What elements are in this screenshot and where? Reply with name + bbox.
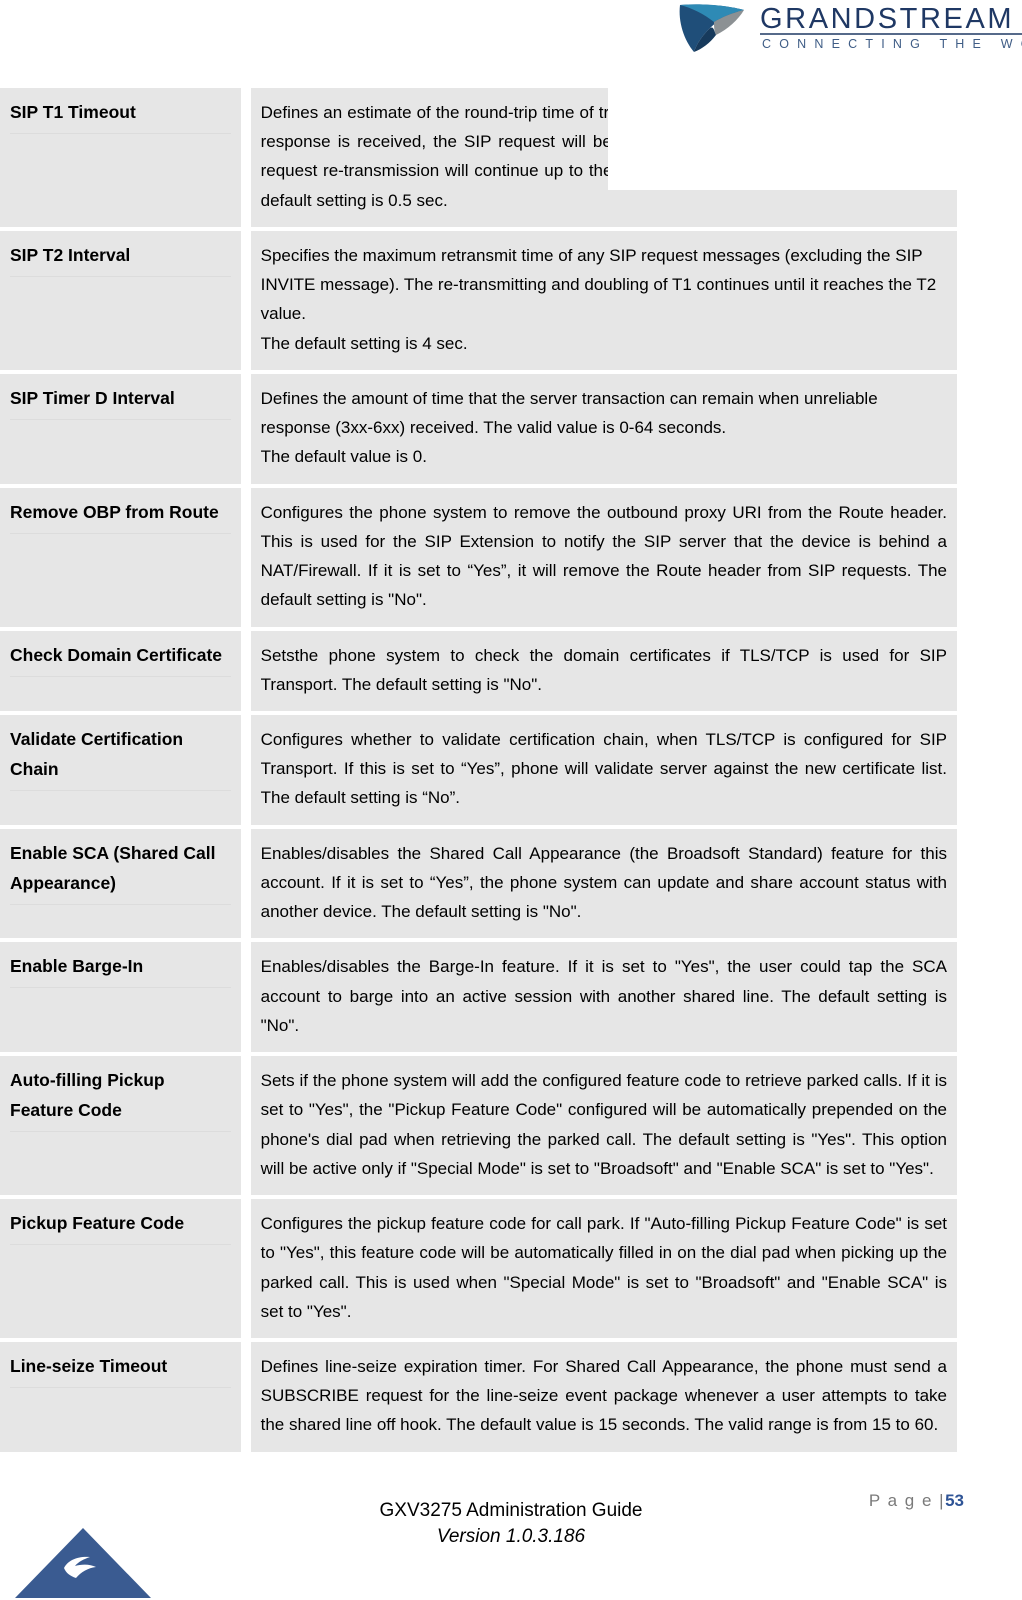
grandstream-triangle-logo-icon [15, 1528, 151, 1598]
setting-description-paragraph: Specifies the maximum retransmit time of… [260, 245, 937, 324]
setting-label-cell: Enable SCA (Shared Call Appearance) [0, 828, 251, 943]
table-row: Enable SCA (Shared Call Appearance) Enabl… [0, 828, 957, 943]
setting-label-cell: SIP T1 Timeout [0, 88, 251, 231]
setting-description-paragraph: The default setting is 4 sec. [260, 333, 468, 353]
setting-label: Auto-filling Pickup Feature Code [10, 1070, 165, 1121]
setting-label: SIP T2 Interval [10, 244, 131, 265]
setting-label-cell: Pickup Feature Code [0, 1199, 251, 1342]
table-row: SIP T2 Interval Specifies the maximum ret… [0, 230, 957, 374]
label-cell-rule [10, 133, 231, 135]
setting-label: SIP Timer D Interval [10, 387, 175, 408]
setting-label-cell: SIP Timer D Interval [0, 373, 251, 488]
setting-label: Enable Barge-In [10, 956, 144, 977]
label-cell-rule [10, 532, 231, 534]
setting-description-cell: Enables/disables the Barge-In feature. I… [250, 942, 957, 1057]
table-row: Pickup Feature Code Configures the pickup… [0, 1199, 957, 1342]
setting-description-cell: Configures whether to validate certifica… [250, 714, 957, 829]
label-cell-rule [10, 1244, 231, 1246]
setting-label: Pickup Feature Code [10, 1213, 185, 1234]
table-row: Line-seize Timeout Defines line-seize exp… [0, 1341, 957, 1456]
setting-description-cell: Specifies the maximum retransmit time of… [250, 230, 957, 374]
logo-wordmark: GRANDSTREAM [760, 3, 1014, 35]
setting-description-paragraph: Enables/disables the Shared Call Appeara… [260, 843, 947, 922]
setting-description-cell: Configures the phone system to remove th… [250, 487, 957, 631]
setting-description-paragraph: Setsthe phone system to check the domain… [260, 645, 947, 694]
table-row: SIP Timer D Interval Defines the amount o… [0, 373, 957, 488]
setting-description-cell: Defines line-seize expiration timer. For… [250, 1341, 957, 1456]
label-cell-rule [10, 790, 231, 792]
setting-description-cell: Enables/disables the Shared Call Appeara… [250, 828, 957, 943]
table-row: Check Domain Certificate Setsthe phone sy… [0, 630, 957, 715]
setting-label: Validate Certification Chain [10, 728, 184, 780]
setting-description-paragraph: Configures whether to validate certifica… [260, 729, 947, 808]
label-cell-rule [10, 1387, 231, 1389]
logo-tagline: CONNECTING THE WORLD [762, 37, 1022, 51]
setting-label-cell: Remove OBP from Route [0, 487, 251, 631]
label-cell-rule [10, 418, 231, 420]
setting-description-paragraph: Sets if the phone system will add the co… [260, 1071, 947, 1178]
label-cell-rule [10, 675, 231, 677]
setting-label: Enable SCA (Shared Call Appearance) [10, 842, 216, 893]
label-cell-rule [10, 987, 231, 989]
settings-description-table: SIP T1 Timeout Defines an estimate of the… [0, 88, 957, 1456]
table-row: Auto-filling Pickup Feature Code Sets if … [0, 1056, 957, 1200]
setting-description-cell: Sets if the phone system will add the co… [250, 1056, 957, 1200]
setting-description-cell: Configures the pickup feature code for c… [250, 1199, 957, 1342]
table-row: Enable Barge-In Enables/disables the Barg… [0, 942, 957, 1057]
setting-description-cell: Setsthe phone system to check the domain… [250, 630, 957, 715]
setting-description-paragraph: Defines line-seize expiration timer. For… [260, 1356, 947, 1435]
setting-label-cell: Check Domain Certificate [0, 630, 251, 715]
setting-description-paragraph: Configures the pickup feature code for c… [260, 1214, 947, 1321]
setting-description-paragraph: The default value is 0. [260, 447, 427, 467]
setting-label: Line-seize Timeout [10, 1355, 168, 1376]
table-row: Validate Certification Chain Configures w… [0, 714, 957, 829]
setting-label-cell: Validate Certification Chain [0, 714, 251, 829]
table-row: Remove OBP from Route Configures the phon… [0, 487, 957, 631]
setting-description-cell: Defines the amount of time that the serv… [250, 373, 957, 488]
setting-label-cell: Enable Barge-In [0, 942, 251, 1057]
setting-label-cell: Auto-filling Pickup Feature Code [0, 1056, 251, 1200]
document-page: SIP T1 Timeout Defines an estimate of the… [0, 0, 1022, 1598]
label-cell-rule [10, 276, 231, 278]
label-cell-rule [10, 1131, 231, 1133]
grandstream-logo: GRANDSTREAM CONNECTING THE WORLD [679, 3, 1022, 53]
setting-description-paragraph: Enables/disables the Barge-In feature. I… [260, 957, 947, 1035]
setting-label: Remove OBP from Route [10, 501, 219, 522]
label-cell-rule [10, 903, 231, 905]
setting-label-cell: Line-seize Timeout [0, 1341, 251, 1456]
setting-label-cell: SIP T2 Interval [0, 230, 251, 374]
settings-table-body: SIP T1 Timeout Defines an estimate of the… [0, 88, 957, 1456]
setting-description-paragraph: Defines the amount of time that the serv… [260, 388, 878, 438]
setting-description-paragraph: Configures the phone system to remove th… [260, 502, 947, 610]
guide-title: GXV3275 Administration Guide [379, 1500, 643, 1521]
setting-label: SIP T1 Timeout [10, 102, 136, 122]
grandstream-swoosh-icon [679, 4, 744, 53]
setting-label: Check Domain Certificate [10, 644, 223, 665]
